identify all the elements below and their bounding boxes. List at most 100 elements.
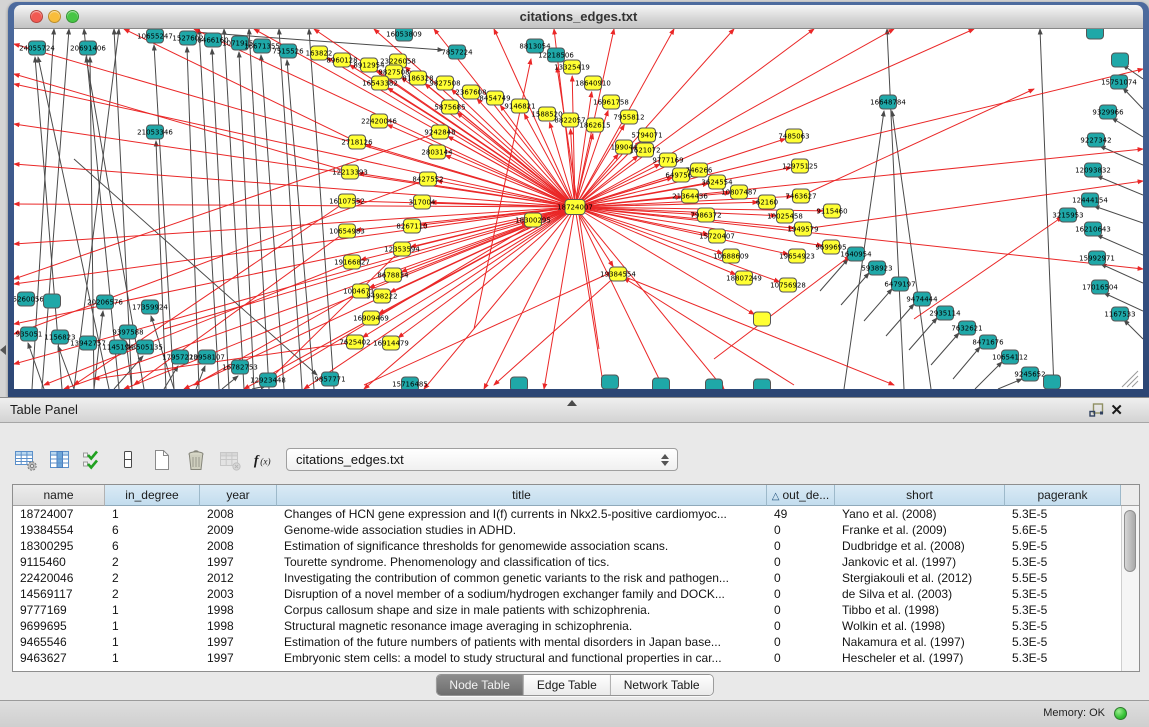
graph-node[interactable]: 317004 (409, 195, 436, 209)
table-cell[interactable]: 5.9E-5 (1005, 538, 1121, 554)
table-cell[interactable]: 0 (767, 634, 835, 650)
graph-node[interactable] (511, 377, 528, 389)
tab-edge-table[interactable]: Edge Table (523, 675, 610, 695)
graph-node[interactable]: 15751074 (1101, 75, 1137, 89)
graph-node[interactable]: 9227342 (1080, 133, 1111, 147)
table-cell[interactable]: 19384554 (13, 522, 105, 538)
graph-edge[interactable] (575, 29, 814, 207)
graph-node[interactable]: 22420046 (361, 114, 397, 128)
table-cell[interactable]: Genome-wide association studies in ADHD. (277, 522, 767, 538)
graph-edge[interactable] (1097, 176, 1143, 195)
graph-edge[interactable] (624, 278, 794, 385)
table-cell[interactable]: 5.3E-5 (1005, 554, 1121, 570)
table-cell[interactable]: 9699695 (13, 618, 105, 634)
graph-node[interactable]: 15716485 (392, 377, 428, 389)
graph-edge[interactable] (544, 207, 575, 389)
table-cell[interactable]: Investigating the contribution of common… (277, 570, 767, 586)
table-cell[interactable]: 1 (105, 618, 200, 634)
graph-edge[interactable] (224, 29, 244, 389)
graph-edge[interactable] (975, 362, 1002, 389)
graph-edge[interactable] (887, 29, 904, 389)
graph-node[interactable]: 62160 (756, 195, 778, 209)
graph-node[interactable]: 10688609 (713, 249, 749, 263)
graph-edge[interactable] (841, 273, 869, 305)
table-cell[interactable]: Corpus callosum shape and size in male p… (277, 602, 767, 618)
graph-node[interactable]: 935051 (16, 327, 43, 341)
table-row[interactable]: 977716911998Corpus callosum shape and si… (13, 602, 1139, 618)
graph-node[interactable] (44, 294, 61, 308)
table-cell[interactable]: 9465546 (13, 634, 105, 650)
table-cell[interactable]: Embryonic stem cells: a model to study s… (277, 650, 767, 666)
table-cell[interactable]: 1 (105, 650, 200, 666)
resize-grip-icon[interactable] (1122, 371, 1138, 387)
table-cell[interactable]: 2 (105, 554, 200, 570)
graph-node[interactable]: 16053809 (386, 29, 422, 41)
table-cell[interactable]: Wolkin et al. (1998) (835, 618, 1005, 634)
graph-edge[interactable] (14, 74, 350, 172)
table-row[interactable]: 1938455462009Genome-wide association stu… (13, 522, 1139, 538)
table-cell[interactable]: 0 (767, 650, 835, 666)
graph-node[interactable]: 9777169 (652, 153, 683, 167)
table-mode-icon[interactable] (14, 448, 38, 472)
table-cell[interactable]: 1997 (200, 634, 277, 650)
table-cell[interactable]: 2003 (200, 586, 277, 602)
column-header-out_de[interactable]: △out_de... (767, 485, 835, 506)
close-panel-icon[interactable]: ✕ (1110, 399, 1123, 423)
graph-node[interactable]: 2935114 (929, 306, 961, 320)
graph-edge[interactable] (801, 89, 1034, 196)
table-cell[interactable]: 2009 (200, 522, 277, 538)
graph-node[interactable] (653, 378, 670, 389)
graph-edge[interactable] (575, 207, 788, 254)
table-cell[interactable]: 1 (105, 602, 200, 618)
graph-node[interactable]: 9329966 (1092, 105, 1124, 119)
new-column-icon[interactable] (82, 448, 106, 472)
table-cell[interactable]: Estimation of the future numbers of pati… (277, 634, 767, 650)
table-row[interactable]: 946554611997Estimation of the future num… (13, 634, 1139, 650)
graph-node[interactable]: 1949579 (787, 222, 818, 236)
graph-edge[interactable] (1123, 88, 1143, 109)
table-cell[interactable]: Estimation of significance thresholds fo… (277, 538, 767, 554)
graph-node[interactable]: 5938923 (861, 261, 892, 275)
window-titlebar[interactable]: citations_edges.txt (14, 5, 1143, 29)
graph-node[interactable]: 12975125 (782, 159, 818, 173)
graph-edge[interactable] (909, 318, 937, 350)
table-cell[interactable]: 1998 (200, 602, 277, 618)
graph-node[interactable]: 12093832 (1075, 163, 1111, 177)
table-cell[interactable]: 2008 (200, 538, 277, 554)
graph-node[interactable]: 10807487 (721, 185, 757, 199)
graph-node[interactable] (706, 379, 723, 389)
table-cell[interactable]: 5.3E-5 (1005, 586, 1121, 602)
column-header-title[interactable]: title (277, 485, 767, 506)
column-header-name[interactable]: name (13, 485, 105, 506)
graph-edge[interactable] (494, 274, 618, 385)
table-selector-dropdown[interactable]: citations_edges.txt (286, 448, 678, 471)
table-cell[interactable]: 6 (105, 522, 200, 538)
graph-node[interactable]: 18640910 (575, 76, 611, 90)
graph-edge[interactable] (222, 376, 238, 389)
graph-node[interactable] (754, 312, 771, 326)
tab-network-table[interactable]: Network Table (610, 675, 713, 695)
new-table-icon[interactable] (150, 448, 174, 472)
table-cell[interactable]: 2 (105, 570, 200, 586)
graph-edge[interactable] (164, 366, 178, 389)
table-cell[interactable]: 2012 (200, 570, 277, 586)
citation-network-graph[interactable]: 2405572420691406106552471527602846616010… (14, 29, 1143, 389)
graph-edge[interactable] (575, 207, 613, 266)
table-cell[interactable]: 9777169 (13, 602, 105, 618)
table-cell[interactable]: 14569117 (13, 586, 105, 602)
graph-edge[interactable] (1124, 320, 1143, 339)
table-cell[interactable]: 0 (767, 586, 835, 602)
table-cell[interactable]: 5.3E-5 (1005, 650, 1121, 666)
table-row[interactable]: 2242004622012Investigating the contribut… (13, 570, 1139, 586)
graph-node[interactable] (754, 379, 771, 389)
column-header-pagerank[interactable]: pagerank (1005, 485, 1121, 506)
table-row[interactable]: 946362711997Embryonic stem cells: a mode… (13, 650, 1139, 666)
graph-node[interactable]: 24055724 (19, 41, 55, 55)
graph-node[interactable]: 16914479 (373, 336, 409, 350)
graph-node[interactable]: 12444154 (1072, 193, 1108, 207)
vertical-scrollbar[interactable] (1121, 506, 1139, 671)
graph-node[interactable]: 10958107 (189, 350, 225, 364)
graph-node[interactable] (1044, 375, 1061, 389)
table-cell[interactable]: 0 (767, 554, 835, 570)
table-cell[interactable]: 1998 (200, 618, 277, 634)
